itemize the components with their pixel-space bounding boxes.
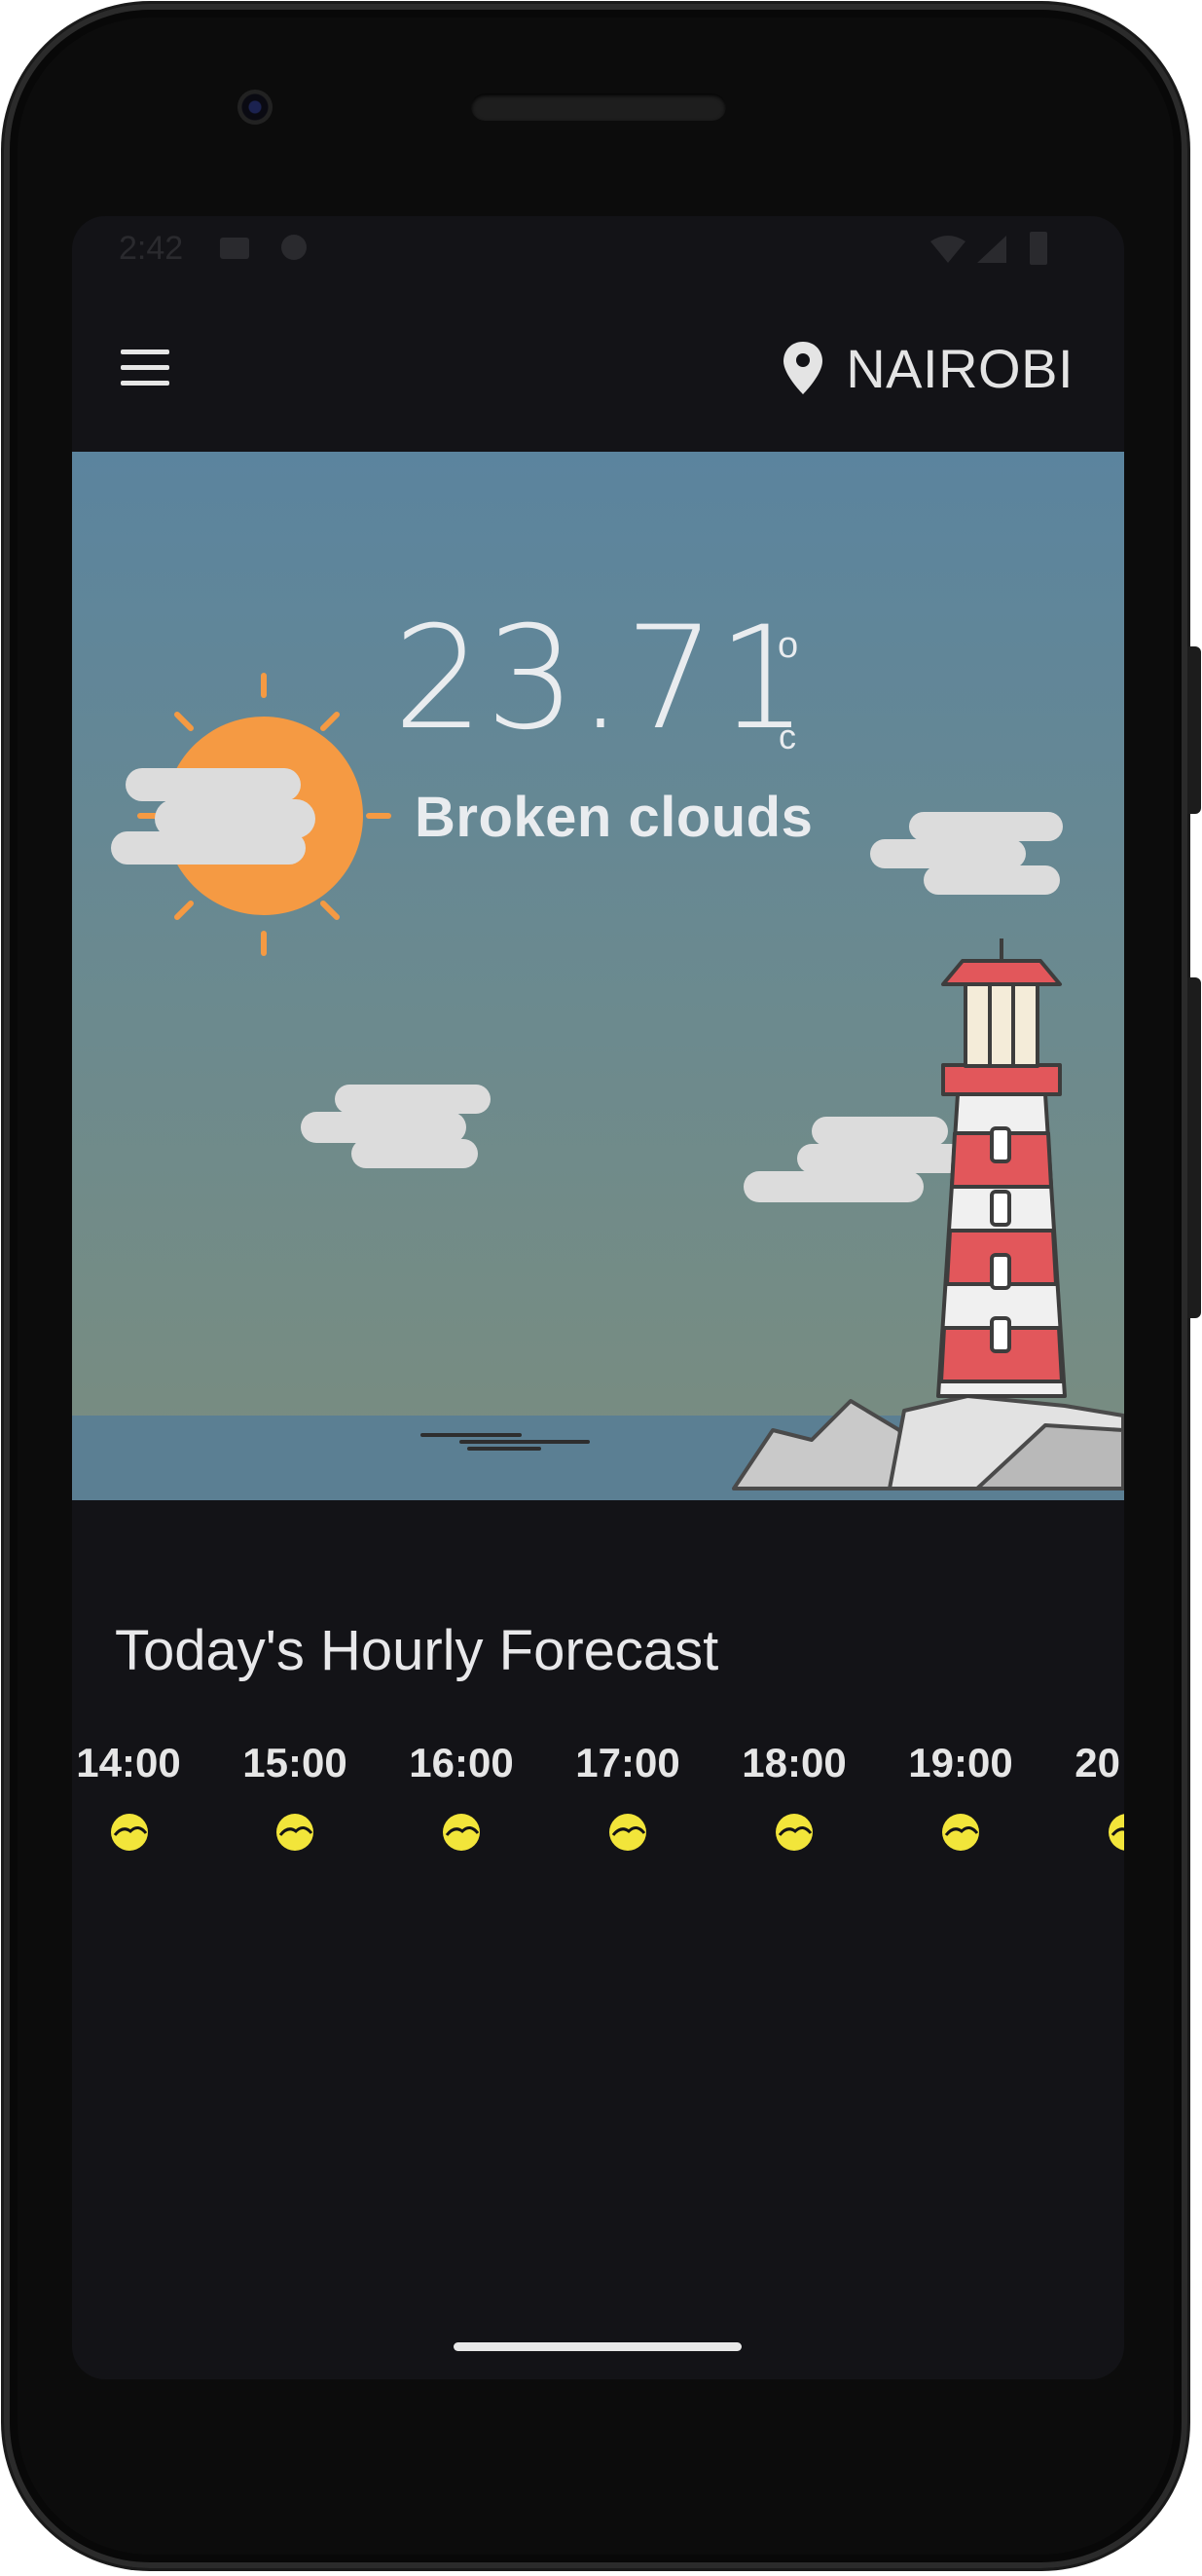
- current-temperature: 23.71: [393, 596, 810, 761]
- sun-cloud-icon: [111, 1814, 148, 1851]
- battery-icon: [1030, 232, 1047, 265]
- status-bar: 2:42: [72, 216, 1124, 286]
- hourly-item[interactable]: 15:00: [222, 1740, 368, 1851]
- sun-cloud-icon: [942, 1814, 979, 1851]
- hourly-item[interactable]: 17:00: [555, 1740, 701, 1851]
- location-name: NAIROBI: [846, 337, 1074, 399]
- hourly-time: 15:00: [242, 1740, 347, 1785]
- hourly-item[interactable]: 19:00: [888, 1740, 1034, 1851]
- vpn-icon: [281, 235, 307, 260]
- hourly-time: 16:00: [409, 1740, 514, 1785]
- lighthouse: [936, 938, 1067, 1398]
- front-camera: [237, 90, 273, 125]
- hourly-time: 17:00: [575, 1740, 680, 1785]
- home-indicator[interactable]: [454, 2342, 742, 2351]
- wifi-icon: [930, 236, 965, 263]
- app-bar: NAIROBI: [72, 286, 1124, 452]
- hourly-item[interactable]: 18:00: [721, 1740, 867, 1851]
- hourly-time: 14:00: [76, 1740, 181, 1785]
- hourly-item[interactable]: 14:00: [72, 1740, 201, 1851]
- app-screen: 2:42 NAIROBI 23.71 o c Broken clouds Tod…: [72, 216, 1124, 2379]
- signal-icon: [977, 236, 1006, 263]
- sun-cloud-icon: [1109, 1814, 1124, 1851]
- sun-cloud-icon: [276, 1814, 313, 1851]
- hourly-item[interactable]: 20:00: [1054, 1740, 1124, 1851]
- degree-symbol: o: [778, 625, 799, 666]
- hourly-forecast-title: Today's Hourly Forecast: [115, 1619, 719, 1682]
- earpiece-speaker: [471, 93, 726, 121]
- hourly-item[interactable]: 16:00: [388, 1740, 534, 1851]
- hourly-time: 20:00: [1075, 1740, 1124, 1785]
- temperature-unit: c: [779, 717, 796, 756]
- volume-button: [1187, 977, 1201, 1318]
- phone-frame: 2:42 NAIROBI 23.71 o c Broken clouds Tod…: [4, 4, 1201, 2568]
- location-pin-icon: [783, 342, 823, 394]
- hourly-time: 19:00: [908, 1740, 1013, 1785]
- weather-illustration: 23.71 o c Broken clouds: [72, 452, 1124, 1500]
- sun-cloud-icon: [443, 1814, 480, 1851]
- location-selector[interactable]: NAIROBI: [782, 329, 1074, 407]
- media-icon: [220, 238, 249, 259]
- hourly-time: 18:00: [742, 1740, 847, 1785]
- weather-condition: Broken clouds: [415, 786, 814, 849]
- sun-cloud-icon: [776, 1814, 813, 1851]
- status-time: 2:42: [119, 230, 184, 267]
- power-button: [1187, 646, 1201, 814]
- sun-cloud-icon: [609, 1814, 646, 1851]
- hourly-forecast-list[interactable]: 14:00 15:00 16:00 17:00 18:00 19:00 20: [72, 1740, 1124, 1876]
- menu-icon[interactable]: [111, 340, 175, 398]
